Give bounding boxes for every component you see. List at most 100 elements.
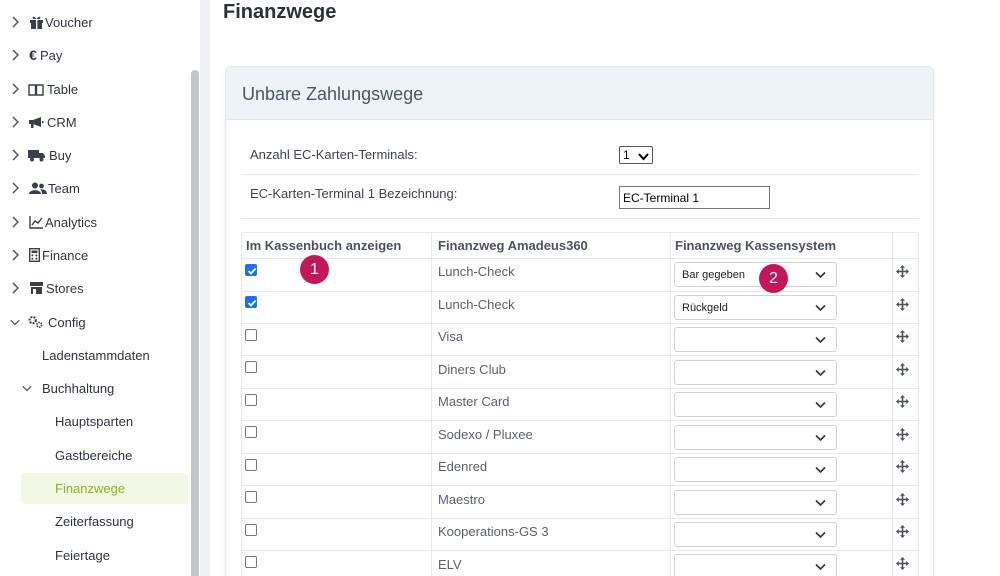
chevron-down-icon — [815, 465, 826, 477]
chevron-right-icon — [10, 115, 20, 129]
kassensystem-select[interactable] — [674, 392, 837, 417]
terminal-name-input[interactable] — [619, 186, 770, 209]
sidebar-item-label: Ladenstammdaten — [42, 347, 150, 363]
show-in-cashbook-checkbox[interactable] — [245, 296, 257, 308]
chevron-right-icon — [10, 48, 20, 62]
show-in-cashbook-checkbox[interactable] — [245, 264, 257, 276]
sidebar-item-label: Feiertage — [55, 547, 110, 563]
kassensystem-select[interactable] — [674, 457, 837, 482]
divider — [241, 218, 919, 219]
terminal-name-label: EC-Karten-Terminal 1 Bezeichnung: — [250, 186, 458, 201]
kassensystem-value: Rückgeld — [682, 301, 728, 314]
sidebar-scrollbar[interactable] — [191, 70, 199, 576]
sidebar-item-analytics[interactable]: Analytics — [0, 207, 190, 237]
move-handle-icon[interactable] — [896, 557, 909, 570]
sidebar-item-label: Config — [48, 314, 86, 330]
sidebar-item-pay[interactable]: € Pay — [0, 40, 190, 70]
sidebar-item-label: Hauptsparten — [55, 413, 134, 429]
table-border — [431, 232, 432, 576]
move-handle-icon[interactable] — [896, 428, 909, 441]
sidebar-item-team[interactable]: Team — [0, 173, 190, 203]
sidebar-item-label: Gastbereiche — [55, 447, 133, 463]
table-border — [918, 232, 919, 576]
chevron-down-icon — [815, 498, 826, 510]
sidebar-item-label: Buy — [49, 147, 72, 163]
sidebar-item-finanzwege[interactable]: Finanzwege — [0, 473, 190, 503]
show-in-cashbook-checkbox[interactable] — [245, 394, 257, 406]
sidebar: Voucher € Pay Table CRM Buy Team Analyti… — [0, 0, 200, 576]
row-divider — [241, 453, 919, 454]
calculator-icon — [28, 248, 40, 262]
row-divider — [241, 550, 919, 551]
payment-method-name: Kooperations-GS 3 — [438, 524, 549, 539]
move-handle-icon[interactable] — [896, 298, 909, 311]
kassensystem-select[interactable] — [674, 522, 837, 547]
sidebar-item-ladenstammdaten[interactable]: Ladenstammdaten — [0, 340, 190, 370]
terminals-count-select[interactable]: 1 — [619, 146, 653, 164]
show-in-cashbook-checkbox[interactable] — [245, 361, 257, 373]
terminals-count-value: 1 — [623, 148, 630, 162]
sidebar-item-config[interactable]: Config — [0, 307, 190, 337]
sidebar-item-buy[interactable]: Buy — [0, 140, 190, 170]
kassensystem-select[interactable] — [674, 360, 837, 385]
sidebar-item-label: Team — [48, 180, 80, 196]
sidebar-item-label: Buchhaltung — [42, 380, 115, 396]
move-handle-icon[interactable] — [896, 493, 909, 506]
show-in-cashbook-checkbox[interactable] — [245, 524, 257, 536]
move-handle-icon[interactable] — [896, 363, 909, 376]
row-divider — [241, 323, 919, 324]
sidebar-item-label: Stores — [46, 280, 84, 296]
kassensystem-select[interactable] — [674, 554, 837, 576]
sidebar-item-gastbereiche[interactable]: Gastbereiche — [0, 440, 190, 470]
sidebar-item-feiertage[interactable]: Feiertage — [0, 540, 190, 570]
store-icon — [28, 281, 44, 295]
users-icon — [29, 181, 47, 195]
move-handle-icon[interactable] — [896, 525, 909, 538]
show-in-cashbook-checkbox[interactable] — [245, 329, 257, 341]
sidebar-item-voucher[interactable]: Voucher — [0, 7, 190, 37]
sidebar-item-zeiterfassung[interactable]: Zeiterfassung — [0, 506, 190, 536]
show-in-cashbook-checkbox[interactable] — [245, 556, 257, 568]
chevron-down-icon — [815, 303, 826, 315]
payment-method-name: Sodexo / Pluxee — [438, 427, 533, 442]
chevron-down-icon — [815, 530, 826, 542]
show-in-cashbook-checkbox[interactable] — [245, 491, 257, 503]
annotation-badge: 1 — [300, 255, 329, 284]
sidebar-item-label: Pay — [40, 47, 63, 63]
chevron-right-icon — [10, 248, 20, 262]
payment-method-name: ELV — [438, 557, 462, 572]
move-handle-icon[interactable] — [896, 330, 909, 343]
sidebar-item-label: CRM — [47, 114, 77, 130]
row-divider — [241, 485, 919, 486]
move-handle-icon[interactable] — [896, 265, 909, 278]
payment-method-name: Edenred — [438, 459, 488, 474]
chevron-down-icon — [815, 368, 826, 380]
sidebar-item-crm[interactable]: CRM — [0, 107, 190, 137]
kassensystem-select[interactable] — [674, 327, 837, 352]
sidebar-item-stores[interactable]: Stores — [0, 273, 190, 303]
sidebar-item-buchhaltung[interactable]: Buchhaltung — [0, 373, 190, 403]
kassensystem-select[interactable]: Rückgeld — [674, 295, 837, 320]
kassensystem-select[interactable] — [674, 425, 837, 450]
sidebar-item-table[interactable]: Table — [0, 74, 190, 104]
terminals-count-label: Anzahl EC-Karten-Terminals: — [250, 147, 418, 162]
sidebar-item-label: Analytics — [45, 214, 98, 230]
kassensystem-select[interactable] — [674, 490, 837, 515]
column-header-amadeus: Finanzweg Amadeus360 — [438, 238, 588, 253]
sidebar-item-hauptsparten[interactable]: Hauptsparten — [0, 406, 190, 436]
table-border — [892, 232, 893, 576]
payment-method-name: Master Card — [438, 394, 510, 409]
show-in-cashbook-checkbox[interactable] — [245, 459, 257, 471]
chevron-down-icon — [815, 400, 826, 412]
kassensystem-select[interactable]: Bar gegeben — [674, 262, 837, 287]
move-handle-icon[interactable] — [896, 460, 909, 473]
euro-icon: € — [29, 47, 37, 63]
move-handle-icon[interactable] — [896, 395, 909, 408]
annotation-badge: 2 — [759, 264, 788, 293]
show-in-cashbook-checkbox[interactable] — [245, 426, 257, 438]
card-header: Unbare Zahlungswege — [226, 67, 933, 120]
row-divider — [241, 258, 919, 259]
payment-method-name: Diners Club — [438, 362, 506, 377]
sidebar-item-finance[interactable]: Finance — [0, 240, 190, 270]
chevron-down-icon — [815, 562, 826, 574]
